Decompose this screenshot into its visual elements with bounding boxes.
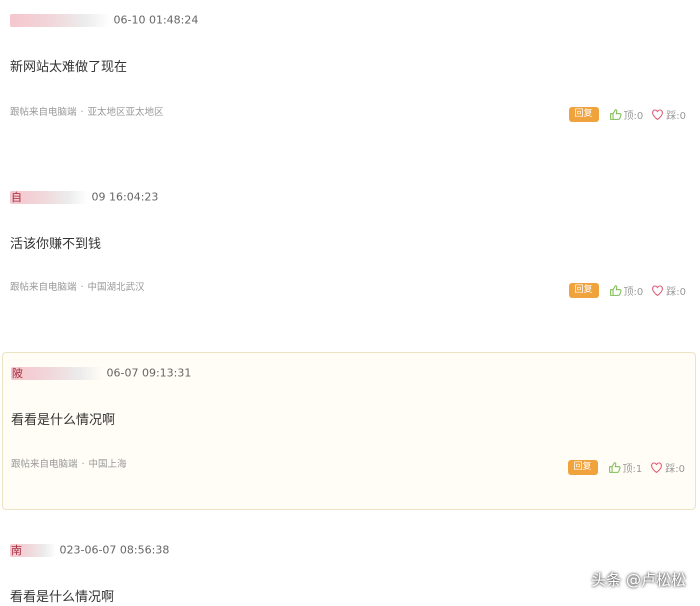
comment-time: 09 16:04:23 <box>91 190 159 204</box>
username[interactable]: 南 <box>10 543 56 557</box>
upvote-count: 顶:1 <box>622 463 643 475</box>
comment-item-highlighted: 陂 06-07 09:13:31 看看是什么情况啊 跟帖来自电脑端 · 中国上海 回… <box>2 352 696 510</box>
downvote-count: 踩:0 <box>665 463 685 475</box>
downvote-button[interactable]: 踩:0 <box>651 107 686 122</box>
thumbs-up-icon <box>609 284 622 296</box>
source-device: 跟帖来自电脑端 <box>11 459 78 470</box>
comment-meta: 自 09 16:04:23 <box>10 190 158 208</box>
heart-icon <box>651 462 663 473</box>
separator-dot: · <box>80 282 84 293</box>
comment-content: 活该你赚不到钱 <box>10 237 102 252</box>
reply-button[interactable]: 回复 <box>567 459 598 475</box>
source-location: 亚太地区亚太地区 <box>87 107 164 118</box>
comment-content: 看看是什么情况啊 <box>11 413 116 428</box>
comment-item: 06-10 01:48:24 新网站太难做了现在 跟帖来自电脑端 · 亚太地区亚太地… <box>0 0 700 150</box>
comment-actions: 回复 顶:1 踩:0 <box>567 459 685 475</box>
comment-time: 023-06-07 08:56:38 <box>59 543 170 557</box>
heart-icon <box>652 285 664 296</box>
comment-source: 跟帖来自电脑端 · 中国湖北武汉 <box>10 279 145 293</box>
separator-dot: · <box>80 107 84 118</box>
comment-item: 南 023-06-07 08:56:38 看看是什么情况啊 <box>0 530 700 606</box>
comment-source: 跟帖来自电脑端 · 亚太地区亚太地区 <box>10 104 164 118</box>
heart-icon <box>652 109 664 120</box>
downvote-button[interactable]: 踩:0 <box>651 283 686 298</box>
separator-dot: · <box>81 459 85 470</box>
watermark: 头条 @卢松松 <box>591 571 686 589</box>
upvote-button[interactable]: 顶:0 <box>609 107 644 122</box>
comment-actions: 回复 顶:0 踩:0 <box>568 282 686 298</box>
comment-time: 06-07 09:13:31 <box>106 366 192 380</box>
source-location: 中国湖北武汉 <box>87 282 145 293</box>
comment-content: 看看是什么情况啊 <box>10 590 115 605</box>
downvote-count: 踩:0 <box>666 286 686 298</box>
upvote-button[interactable]: 顶:1 <box>608 460 643 475</box>
thumbs-up-icon <box>608 461 621 473</box>
comment-actions: 回复 顶:0 踩:0 <box>568 106 686 122</box>
comment-meta: 南 023-06-07 08:56:38 <box>10 543 169 561</box>
username[interactable]: 陂 <box>11 366 103 380</box>
comment-meta: 陂 06-07 09:13:31 <box>11 366 191 384</box>
reply-button[interactable]: 回复 <box>568 106 599 122</box>
source-device: 跟帖来自电脑端 <box>10 282 77 293</box>
source-location: 中国上海 <box>88 459 127 470</box>
username[interactable]: 自 <box>10 190 88 204</box>
thumbs-up-icon <box>609 108 622 120</box>
comment-time: 06-10 01:48:24 <box>113 13 199 27</box>
reply-button[interactable]: 回复 <box>568 282 599 298</box>
upvote-count: 顶:0 <box>623 110 644 122</box>
downvote-button[interactable]: 踩:0 <box>650 460 685 475</box>
downvote-count: 踩:0 <box>666 110 686 122</box>
comment-item: 自 09 16:04:23 活该你赚不到钱 跟帖来自电脑端 · 中国湖北武汉 回复 … <box>0 178 700 328</box>
source-device: 跟帖来自电脑端 <box>10 107 77 118</box>
upvote-count: 顶:0 <box>623 286 644 298</box>
comment-content: 新网站太难做了现在 <box>10 60 128 75</box>
username[interactable] <box>10 13 110 27</box>
comment-meta: 06-10 01:48:24 <box>10 13 198 31</box>
comment-source: 跟帖来自电脑端 · 中国上海 <box>11 456 127 470</box>
upvote-button[interactable]: 顶:0 <box>609 283 644 298</box>
